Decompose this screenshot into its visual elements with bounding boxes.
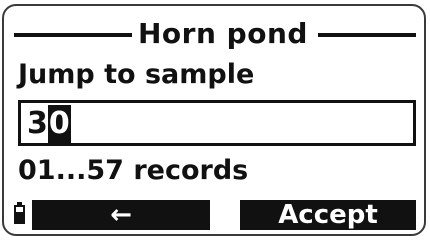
left-arrow-icon: ← — [110, 200, 132, 230]
title-rule-right — [318, 33, 416, 37]
softkey-bar: ← Accept — [10, 200, 422, 230]
title-rule-left — [14, 33, 132, 37]
sample-number-value: 30 — [27, 105, 71, 143]
input-cursor-digit: 0 — [47, 105, 71, 143]
input-digit-1: 3 — [27, 106, 48, 141]
accept-button[interactable]: Accept — [240, 200, 416, 230]
sample-number-input[interactable]: 30 — [18, 100, 416, 146]
records-range: 01...57 records — [18, 155, 249, 186]
device-display: Horn pond Jump to sample 30 01...57 reco… — [2, 4, 426, 236]
dialog-prompt: Jump to sample — [18, 59, 255, 90]
site-title: Horn pond — [138, 17, 308, 50]
title-bar: Horn pond — [14, 16, 416, 52]
back-button[interactable]: ← — [32, 200, 210, 230]
battery-icon — [14, 202, 25, 224]
